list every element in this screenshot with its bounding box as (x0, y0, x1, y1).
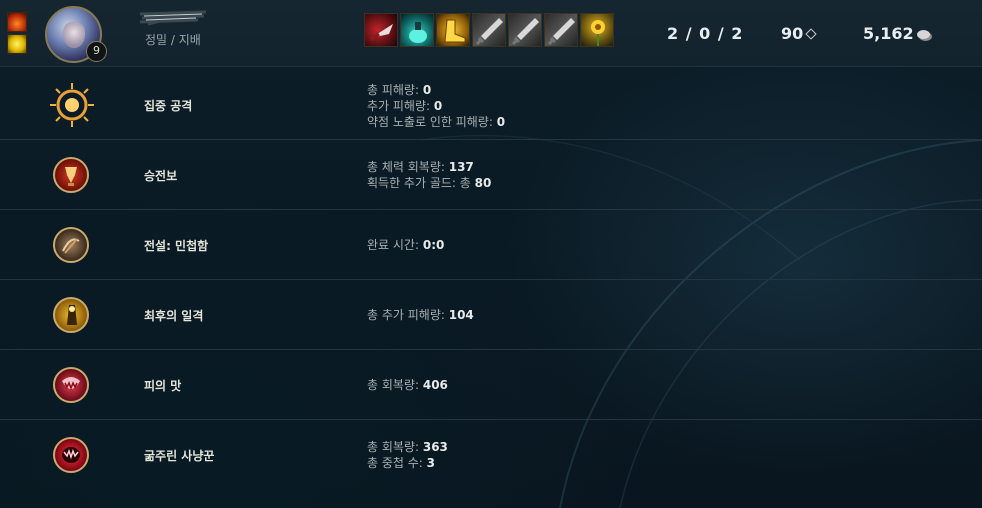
rune-row: 전설: 민첩함 완료 시간: 0:0 (0, 210, 982, 280)
cyan-potion-item-icon[interactable] (400, 13, 434, 47)
stat-label: 총 회복량: (367, 440, 423, 454)
long-sword-item-icon[interactable] (508, 13, 542, 47)
stat-label: 총 회복량: (367, 378, 423, 392)
rune-row: 최후의 일격 총 추가 피해량: 104 (0, 280, 982, 350)
rune-stats-list: 집중 공격 총 피해량: 0 추가 피해량: 0 약점 노출로 인한 피해량: … (0, 70, 982, 490)
creep-score-value: 90 (781, 24, 804, 43)
rune-row: 피의 맛 총 회복량: 406 (0, 350, 982, 420)
champion-level-badge: 9 (86, 41, 107, 62)
triumph-icon[interactable] (53, 157, 89, 193)
kda-score: 2 / 0 / 2 (667, 24, 744, 43)
rune-stats: 총 체력 회복량: 137 획득한 추가 골드: 총 80 (367, 159, 491, 191)
stat-label: 총 피해량: (367, 83, 423, 97)
rune-name: 피의 맛 (144, 379, 182, 393)
gold-coins-icon (916, 30, 930, 39)
yellow-flower-trinket-icon[interactable] (580, 13, 614, 47)
stat-value: 0 (433, 99, 443, 113)
flash-spell-icon (7, 34, 27, 54)
stat-label: 총 체력 회복량: (367, 160, 449, 174)
stat-value: 0 (422, 83, 432, 97)
stat-label: 총 중첩 수: (367, 456, 427, 470)
stat-label: 총 추가 피해량: (367, 308, 449, 322)
long-sword-item-icon[interactable] (544, 13, 578, 47)
gold-earned: 5,162 (863, 24, 930, 43)
press-the-attack-icon[interactable] (48, 81, 96, 129)
rune-stats: 총 회복량: 406 (367, 377, 448, 393)
stat-value: 104 (448, 308, 474, 322)
rune-stats: 완료 시간: 0:0 (367, 237, 444, 253)
rune-name: 굶주린 사냥꾼 (144, 449, 215, 463)
taste-of-blood-icon[interactable] (53, 367, 89, 403)
rune-row: 굶주린 사냥꾼 총 회복량: 363 총 중첩 수: 3 (0, 420, 982, 490)
stat-value: 80 (474, 176, 492, 190)
stat-label: 획득한 추가 골드: 총 (367, 176, 475, 190)
stat-value: 0 (496, 115, 506, 129)
stat-value: 137 (448, 160, 474, 174)
stat-value: 363 (422, 440, 448, 454)
stat-label: 완료 시간: (367, 238, 423, 252)
stat-value: 406 (422, 378, 448, 392)
coup-de-grace-icon[interactable] (53, 297, 89, 333)
stat-value: 3 (426, 456, 436, 470)
ravenous-hunter-icon[interactable] (53, 437, 89, 473)
stat-label: 약점 노출로 인한 피해량: (367, 115, 497, 129)
gold-value: 5,162 (863, 24, 914, 43)
legend-alacrity-icon[interactable] (53, 227, 89, 263)
rune-paths-label: 정밀 / 지배 (145, 33, 201, 47)
rune-name: 집중 공격 (144, 99, 193, 113)
golden-boots-item-icon[interactable] (436, 13, 470, 47)
rune-name: 승전보 (144, 169, 178, 183)
minion-icon (805, 28, 817, 40)
rune-row: 승전보 총 체력 회복량: 137 획득한 추가 골드: 총 80 (0, 140, 982, 210)
item-slots (364, 13, 614, 47)
red-dagger-item-icon[interactable] (364, 13, 398, 47)
stat-label: 추가 피해량: (367, 99, 434, 113)
long-sword-item-icon[interactable] (472, 13, 506, 47)
rune-name: 최후의 일격 (144, 309, 204, 323)
rune-stats: 총 피해량: 0 추가 피해량: 0 약점 노출로 인한 피해량: 0 (367, 82, 505, 130)
ignite-spell-icon (7, 12, 27, 32)
player-header: 9 정밀 / 지배 2 / 0 / 2 90 5,162 (0, 0, 982, 67)
rune-row: 집중 공격 총 피해량: 0 추가 피해량: 0 약점 노출로 인한 피해량: … (0, 70, 982, 140)
creep-score: 90 (781, 24, 817, 43)
player-name-redacted (139, 10, 207, 26)
rune-name: 전설: 민첩함 (144, 239, 209, 253)
rune-stats: 총 추가 피해량: 104 (367, 307, 474, 323)
rune-stats: 총 회복량: 363 총 중첩 수: 3 (367, 439, 448, 471)
stat-value: 0:0 (422, 238, 445, 252)
